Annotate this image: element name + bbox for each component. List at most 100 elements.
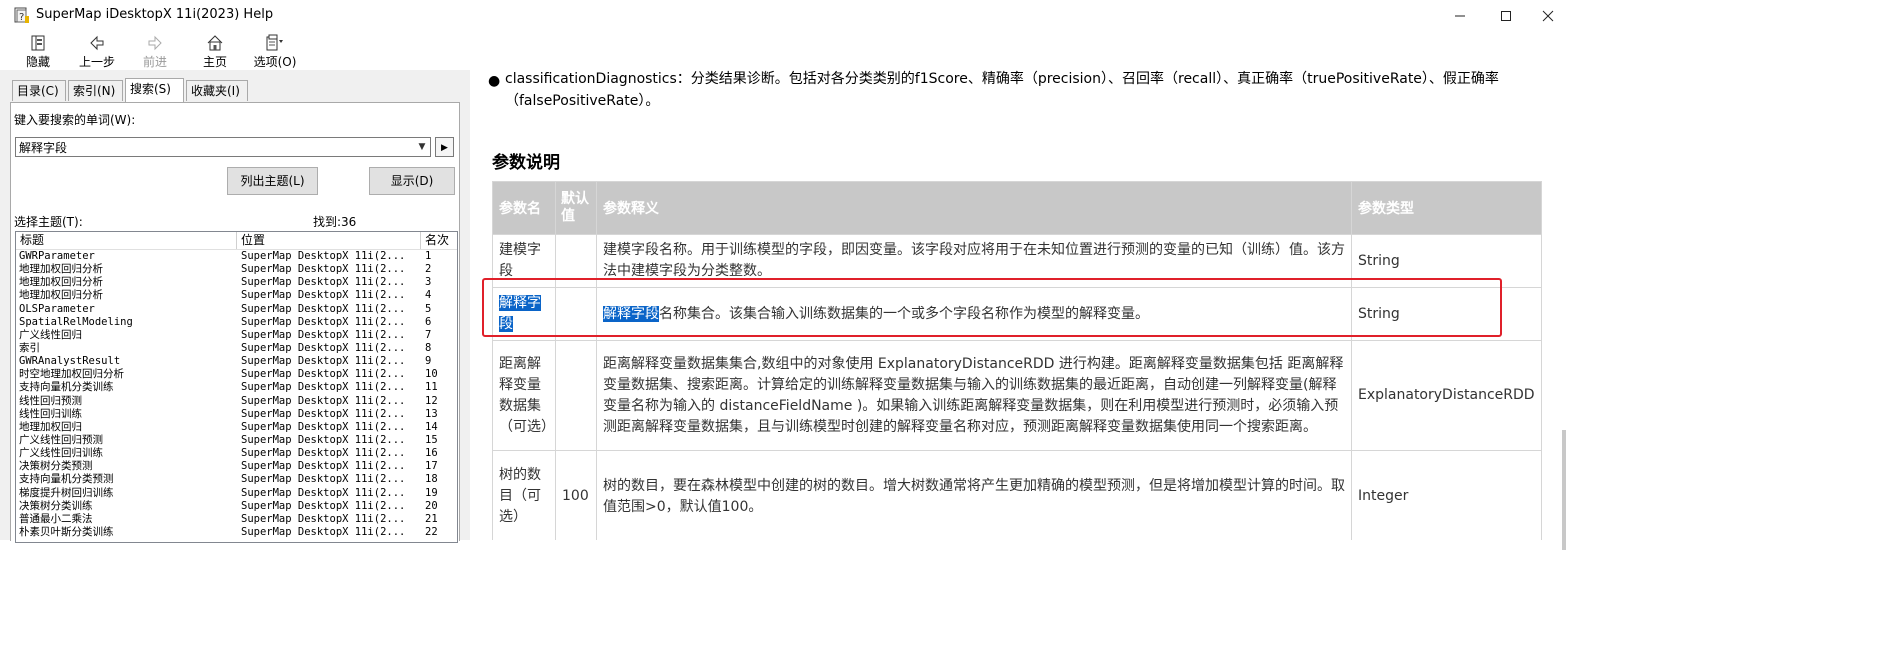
list-item[interactable]: 地理加权回归分析 SuperMap DesktopX 11i(2... 2	[16, 263, 457, 276]
search-input[interactable]: 解释字段 ▼	[15, 137, 431, 157]
list-item[interactable]: OLSParameter SuperMap DesktopX 11i(2... 5	[16, 303, 457, 316]
maximize-button[interactable]	[1483, 0, 1529, 31]
help-book-icon: ?	[14, 7, 30, 24]
result-title: 决策树分类预测	[19, 460, 93, 473]
result-rank: 18	[425, 473, 438, 486]
param-default	[555, 340, 597, 451]
param-description: 树的数目，要在森林模型中创建的树的数目。增大树数通常将产生更加精确的模型预测，但…	[596, 450, 1352, 540]
list-item[interactable]: 决策树分类预测 SuperMap DesktopX 11i(2... 17	[16, 460, 457, 473]
result-location: SuperMap DesktopX 11i(2...	[241, 368, 406, 381]
tab-search[interactable]: 搜索(S)	[125, 78, 184, 102]
result-location: SuperMap DesktopX 11i(2...	[241, 289, 406, 302]
tab-contents[interactable]: 目录(C)	[12, 80, 66, 101]
list-item[interactable]: 线性回归预测 SuperMap DesktopX 11i(2... 12	[16, 395, 457, 408]
bullet-dot: ●	[488, 73, 501, 89]
back-button[interactable]: 上一步	[70, 33, 124, 69]
list-item[interactable]: SpatialRelModeling SuperMap DesktopX 11i(…	[16, 316, 457, 329]
result-location: SuperMap DesktopX 11i(2...	[241, 499, 406, 512]
list-item[interactable]: GWRParameter SuperMap DesktopX 11i(2... 1	[16, 250, 457, 263]
result-rank: 19	[425, 486, 438, 499]
result-location: SuperMap DesktopX 11i(2...	[241, 250, 406, 262]
forward-button[interactable]: 前进	[128, 33, 182, 69]
table-header-row: 参数名 默认值 参数释义 参数类型	[492, 181, 1542, 235]
list-item[interactable]: 梯度提升树回归训练 SuperMap DesktopX 11i(2... 19	[16, 487, 457, 500]
list-item[interactable]: 地理加权回归分析 SuperMap DesktopX 11i(2... 3	[16, 276, 457, 289]
list-item[interactable]: 支持向量机分类预测 SuperMap DesktopX 11i(2... 18	[16, 473, 457, 486]
navigation-pane: 目录(C) 索引(N) 搜索(S) 收藏夹(I) 键入要搜索的单词(W): 解释…	[0, 70, 463, 543]
minimize-button[interactable]	[1437, 0, 1483, 31]
results-list[interactable]: 标题 位置 名次 GWRParameter SuperMap DesktopX 1…	[15, 231, 458, 543]
result-rank: 17	[425, 460, 438, 473]
result-rank: 10	[425, 368, 438, 381]
result-rank: 2	[425, 263, 432, 276]
list-item[interactable]: GWRAnalystResult SuperMap DesktopX 11i(2.…	[16, 355, 457, 368]
tab-index[interactable]: 索引(N)	[68, 80, 123, 101]
options-icon	[248, 34, 302, 52]
dropdown-arrow-icon[interactable]: ▼	[414, 138, 430, 156]
list-item[interactable]: 广义线性回归 SuperMap DesktopX 11i(2... 7	[16, 329, 457, 342]
hide-button[interactable]: 隐藏	[11, 33, 65, 69]
list-item[interactable]: 地理加权回归分析 SuperMap DesktopX 11i(2... 4	[16, 289, 457, 302]
play-arrow-icon: ▶	[441, 143, 448, 153]
result-title: 支持向量机分类训练	[19, 381, 114, 394]
result-title: 决策树分类训练	[19, 499, 93, 512]
result-rank: 12	[425, 394, 438, 407]
result-title: 线性回归预测	[19, 394, 82, 407]
hide-pane-icon	[11, 34, 65, 52]
result-rank: 21	[425, 512, 438, 525]
list-item[interactable]: 索引 SuperMap DesktopX 11i(2... 8	[16, 342, 457, 355]
result-title: 广义线性回归预测	[19, 433, 103, 446]
results-header: 标题 位置 名次	[16, 232, 457, 250]
result-rank: 14	[425, 420, 438, 433]
home-button[interactable]: 主页	[188, 33, 242, 69]
list-item[interactable]: 时空地理加权回归分析 SuperMap DesktopX 11i(2... 10	[16, 368, 457, 381]
list-topics-button[interactable]: 列出主题(L)	[227, 167, 318, 195]
column-header-title[interactable]: 标题	[20, 232, 44, 249]
scrollbar-thumb[interactable]	[1562, 430, 1566, 550]
list-item[interactable]: 广义线性回归训练 SuperMap DesktopX 11i(2... 16	[16, 447, 457, 460]
result-rank: 22	[425, 525, 438, 538]
list-item[interactable]: 支持向量机分类训练 SuperMap DesktopX 11i(2... 11	[16, 381, 457, 394]
result-rank: 7	[425, 328, 432, 341]
list-item[interactable]: 地理加权回归 SuperMap DesktopX 11i(2... 14	[16, 421, 457, 434]
list-item[interactable]: 广义线性回归预测 SuperMap DesktopX 11i(2... 15	[16, 434, 457, 447]
header-description: 参数释义	[596, 181, 1352, 235]
list-item[interactable]: 线性回归训练 SuperMap DesktopX 11i(2... 13	[16, 408, 457, 421]
result-location: SuperMap DesktopX 11i(2...	[241, 420, 406, 433]
content-scrollbar[interactable]	[1560, 70, 1568, 550]
result-title: 广义线性回归	[19, 328, 82, 341]
param-description: 距离解释变量数据集集合,数组中的对象使用 ExplanatoryDistance…	[596, 340, 1352, 451]
home-icon	[188, 34, 242, 52]
options-button[interactable]: 选项(O)	[248, 33, 302, 69]
column-header-rank[interactable]: 名次	[425, 232, 449, 249]
result-rank: 15	[425, 433, 438, 446]
result-rank: 11	[425, 381, 438, 394]
result-rank: 3	[425, 276, 432, 289]
tab-favorites[interactable]: 收藏夹(I)	[186, 80, 248, 101]
result-title: 朴素贝叶斯分类训练	[19, 525, 114, 538]
close-button[interactable]	[1525, 0, 1571, 31]
result-rank: 9	[425, 355, 432, 368]
header-default: 默认值	[555, 181, 597, 235]
title-bar: ? SuperMap iDesktopX 11i(2023) Help	[0, 0, 1568, 32]
column-header-location[interactable]: 位置	[241, 232, 265, 249]
list-item[interactable]: 决策树分类训练 SuperMap DesktopX 11i(2... 20	[16, 500, 457, 513]
list-item[interactable]: 朴素贝叶斯分类训练 SuperMap DesktopX 11i(2... 22	[16, 526, 457, 539]
table-row: 树的数目（可选） 100 树的数目，要在森林模型中创建的树的数目。增大树数通常将…	[492, 450, 1542, 540]
result-title: 支持向量机分类预测	[19, 473, 114, 486]
param-default: 100	[555, 450, 597, 540]
result-rank: 6	[425, 315, 432, 328]
search-go-button[interactable]: ▶	[435, 137, 454, 157]
result-location: SuperMap DesktopX 11i(2...	[241, 473, 406, 486]
result-location: SuperMap DesktopX 11i(2...	[241, 394, 406, 407]
result-location: SuperMap DesktopX 11i(2...	[241, 525, 406, 538]
column-divider[interactable]	[236, 232, 237, 249]
result-rank: 13	[425, 407, 438, 420]
display-button[interactable]: 显示(D)	[369, 167, 455, 195]
result-title: 广义线性回归训练	[19, 447, 103, 460]
result-title: GWRAnalystResult	[19, 355, 121, 368]
result-title: SpatialRelModeling	[19, 315, 133, 328]
column-divider[interactable]	[420, 232, 421, 249]
list-item[interactable]: 普通最小二乘法 SuperMap DesktopX 11i(2... 21	[16, 513, 457, 526]
result-title: 地理加权回归	[19, 420, 82, 433]
